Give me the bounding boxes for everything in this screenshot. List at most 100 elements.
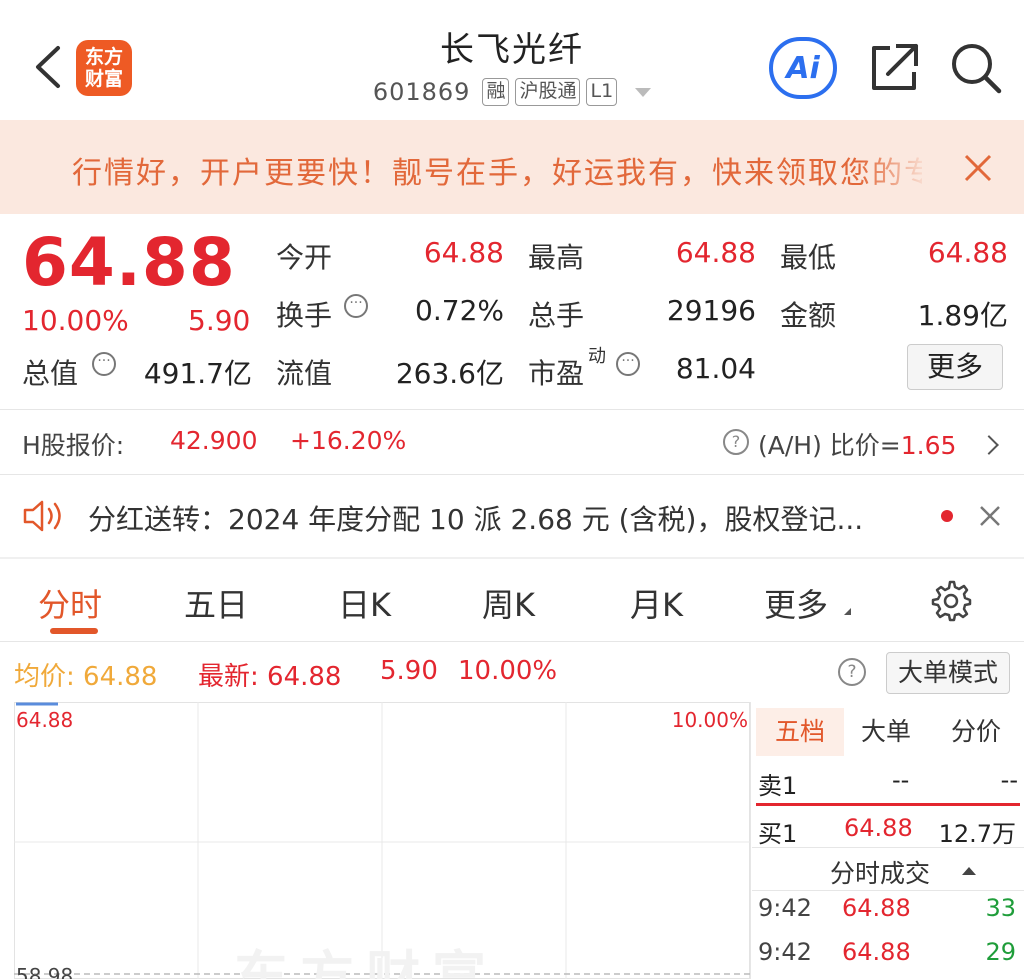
share-icon[interactable] bbox=[866, 40, 922, 96]
speaker-icon bbox=[23, 500, 61, 532]
app-logo[interactable]: 东方 财富 bbox=[76, 40, 132, 96]
buy-1-price: 64.88 bbox=[844, 814, 913, 842]
stock-code: 601869 bbox=[372, 78, 471, 106]
dividend-text: 分红送转：2024 年度分配 10 派 2.68 元 (含税)，股权登记... bbox=[88, 503, 864, 536]
back-arrow-icon[interactable] bbox=[30, 42, 66, 92]
latest-change-percent: 10.00% bbox=[458, 656, 558, 686]
intraday-chart[interactable]: 东方财富 64.88 10.00% 58.98 bbox=[14, 702, 750, 979]
tab-five-day[interactable]: 五日 bbox=[184, 580, 248, 626]
gear-icon[interactable] bbox=[930, 580, 972, 622]
volume-value: 29196 bbox=[666, 294, 756, 327]
chevron-right-icon[interactable] bbox=[979, 435, 999, 455]
tab-five-levels[interactable]: 五档 bbox=[756, 708, 844, 756]
turnover-label: 换手 bbox=[276, 299, 333, 332]
close-icon[interactable] bbox=[976, 502, 1004, 530]
ai-assistant-button[interactable]: Ai bbox=[769, 37, 837, 99]
tab-big-orders[interactable]: 大单 bbox=[848, 708, 924, 756]
promo-text: 行情好，开户更要快！靓号在手，好运我有，快来领取您的专属靓号 bbox=[72, 156, 922, 191]
low-value: 64.88 bbox=[927, 236, 1008, 269]
promo-banner[interactable]: 行情好，开户更要快！靓号在手，好运我有，快来领取您的专属靓号 bbox=[0, 120, 1024, 214]
dividend-notice[interactable]: 分红送转：2024 年度分配 10 派 2.68 元 (含税)，股权登记... bbox=[0, 474, 1024, 558]
pe-label: 市盈 bbox=[528, 357, 585, 390]
chart-high-pct-label: 10.00% bbox=[671, 708, 748, 732]
change-percent: 10.00% bbox=[22, 304, 129, 337]
sell-1-volume: -- bbox=[1000, 766, 1018, 794]
bid-ask-divider bbox=[756, 803, 1020, 806]
active-tab-indicator bbox=[50, 628, 98, 634]
chart-low-label: 58.98 bbox=[16, 964, 74, 979]
open-value: 64.88 bbox=[423, 236, 504, 269]
info-icon[interactable]: ··· bbox=[344, 294, 368, 318]
high-value: 64.88 bbox=[675, 236, 756, 269]
stock-connect-tag: 沪股通 bbox=[515, 78, 581, 106]
pe-value: 81.04 bbox=[675, 352, 756, 385]
float-cap-label: 流值 bbox=[276, 357, 333, 390]
avg-value: 64.88 bbox=[83, 662, 158, 692]
sell-1-price: -- bbox=[892, 766, 910, 794]
h-share-price: 42.900 bbox=[170, 426, 258, 455]
ah-ratio-value: 1.65 bbox=[900, 431, 957, 460]
tick-row: 9:42 64.88 33 bbox=[752, 894, 1024, 934]
tab-daily-k[interactable]: 日K bbox=[338, 580, 391, 626]
h-share-change: +16.20% bbox=[290, 426, 407, 455]
sell-level-1: 卖1 -- -- bbox=[752, 766, 1024, 806]
total-cap-label: 总值 bbox=[22, 357, 79, 390]
tick-volume: 33 bbox=[985, 894, 1016, 922]
level-tag: L1 bbox=[586, 78, 618, 106]
margin-tag: 融 bbox=[482, 78, 510, 106]
tick-volume: 29 bbox=[985, 938, 1016, 966]
info-icon[interactable]: ··· bbox=[616, 352, 640, 376]
help-icon[interactable]: ? bbox=[838, 658, 866, 686]
avg-price: 均价: 64.88 bbox=[14, 656, 157, 693]
help-icon[interactable]: ? bbox=[723, 429, 749, 455]
latest-price: 最新: 64.88 bbox=[198, 656, 341, 693]
top-nav-bar: 东方 财富 长飞光纤 601869 融 沪股通 L1 Ai bbox=[0, 0, 1024, 120]
ah-ratio: (A/H) 比价=1.65 bbox=[758, 426, 956, 462]
volume-label: 总手 bbox=[528, 299, 585, 332]
latest-value: 64.88 bbox=[267, 662, 342, 692]
chart-tabs: 分时 五日 日K 周K 月K 更多 bbox=[0, 558, 1024, 642]
tick-trades-header[interactable]: 分时成交 bbox=[752, 847, 1024, 891]
total-cap-value: 491.7亿 bbox=[143, 357, 252, 390]
latest-change: 5.90 bbox=[380, 656, 438, 686]
stock-code-line[interactable]: 601869 融 沪股通 L1 bbox=[300, 78, 724, 106]
h-share-label: H股报价: bbox=[22, 431, 125, 460]
turnover-value: 0.72% bbox=[415, 294, 504, 327]
ai-label: Ai bbox=[786, 50, 820, 86]
more-button[interactable]: 更多 bbox=[907, 344, 1003, 390]
open-label: 今开 bbox=[276, 241, 333, 274]
search-icon[interactable] bbox=[948, 40, 1004, 96]
intraday-stats: 均价: 64.88 最新: 64.88 5.90 10.00% bbox=[0, 642, 1024, 700]
float-cap-value: 263.6亿 bbox=[395, 357, 504, 390]
chevron-down-icon[interactable] bbox=[635, 87, 652, 97]
buy-1-volume: 12.7万 bbox=[938, 820, 1016, 848]
caret-up-icon bbox=[962, 867, 976, 875]
tick-time: 9:42 bbox=[758, 938, 812, 966]
close-icon[interactable] bbox=[958, 148, 998, 188]
high-label: 最高 bbox=[528, 241, 585, 274]
tab-price-distribution[interactable]: 分价 bbox=[936, 708, 1016, 756]
tick-row: 9:42 64.88 29 bbox=[752, 938, 1024, 978]
big-order-mode-button[interactable]: 大单模式 bbox=[886, 652, 1010, 694]
tab-intraday[interactable]: 分时 bbox=[38, 580, 102, 626]
sell-1-label: 卖1 bbox=[758, 772, 798, 800]
tab-weekly-k[interactable]: 周K bbox=[482, 580, 535, 626]
change-amount: 5.90 bbox=[188, 304, 251, 337]
buy-1-label: 买1 bbox=[758, 820, 798, 848]
latest-label: 最新: bbox=[198, 662, 259, 692]
logo-line-1: 东方 bbox=[84, 46, 123, 68]
ah-ratio-label: (A/H) 比价= bbox=[758, 431, 901, 460]
watermark-logo: 东方财富 bbox=[234, 945, 498, 979]
chart-high-label: 64.88 bbox=[16, 708, 74, 732]
tab-monthly-k[interactable]: 月K bbox=[630, 580, 683, 626]
tick-price: 64.88 bbox=[842, 894, 911, 922]
promo-fade bbox=[860, 120, 930, 214]
info-icon[interactable]: ··· bbox=[92, 352, 116, 376]
tick-time: 9:42 bbox=[758, 894, 812, 922]
stock-name: 长飞光纤 bbox=[440, 30, 584, 70]
quote-panel: 64.88 10.00% 5.90 今开 64.88 最高 64.88 最低 6… bbox=[0, 214, 1024, 410]
caret-icon bbox=[844, 608, 851, 615]
current-price: 64.88 bbox=[22, 224, 236, 301]
h-share-row[interactable]: H股报价: 42.900 +16.20% ? (A/H) 比价=1.65 bbox=[0, 410, 1024, 474]
tab-more[interactable]: 更多 bbox=[764, 580, 828, 626]
